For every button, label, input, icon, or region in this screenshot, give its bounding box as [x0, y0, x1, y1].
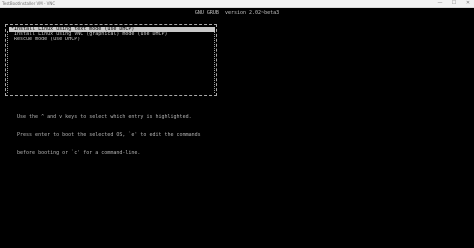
grub-header: GNU GRUB version 2.02~beta3: [194, 10, 280, 16]
minimize-icon[interactable]: —: [436, 1, 444, 6]
help-text: Use the ^ and v keys to select which ent…: [17, 102, 201, 162]
close-icon[interactable]: ✕: [464, 1, 472, 6]
boot-menu: *Install Linux using text mode (use DHCP…: [5, 24, 217, 96]
window-title: TestBootInstaller VM - VNC: [2, 1, 56, 6]
maximize-icon[interactable]: ☐: [450, 1, 458, 6]
window-titlebar: TestBootInstaller VM - VNC — ☐ ✕: [0, 0, 474, 8]
boot-menu-list: *Install Linux using text mode (use DHCP…: [9, 27, 215, 42]
boot-entry-rescue-mode[interactable]: Rescue mode (use DHCP): [9, 37, 215, 42]
help-line: Use the ^ and v keys to select which ent…: [17, 114, 192, 120]
help-line: before booting or `c' for a command-line…: [17, 150, 141, 156]
window-controls: — ☐ ✕: [436, 0, 472, 7]
menu-border-left: [7, 31, 8, 93]
help-line: Press enter to boot the selected OS, `e'…: [17, 132, 201, 138]
